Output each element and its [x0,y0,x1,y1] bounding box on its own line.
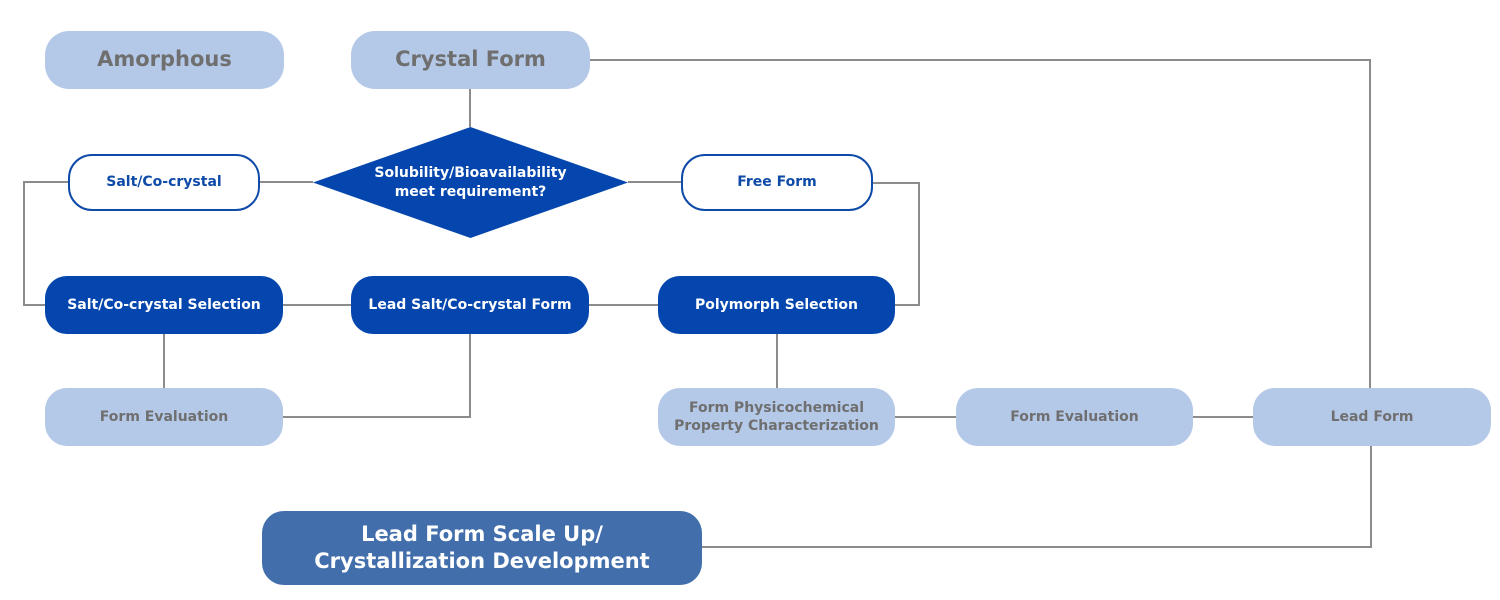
amorphous-node: Amorphous [45,31,284,89]
lead-form-label: Lead Form [1330,408,1414,425]
crystal-form-node: Crystal Form [351,31,590,89]
crystal-form-label: Crystal Form [395,47,546,72]
polymorph-selection-node: Polymorph Selection [658,276,895,334]
scale-up-line-1: Lead Form Scale Up/ [361,521,603,546]
connector-leadform-to-scaleup [702,446,1372,548]
free-form-label: Free Form [737,174,817,191]
physicochemical-line-1: Form Physicochemical [688,399,865,416]
physicochemical-line-2: Property Characterization [674,418,879,434]
connector-crystal-to-leadform [590,59,1371,388]
scale-up-node: Lead Form Scale Up/ Crystallization Deve… [262,511,702,585]
physicochemical-node: Form Physicochemical Property Characteri… [658,388,895,446]
scale-up-line-2: Crystallization Development [314,549,650,573]
decision-line-2: meet requirement? [394,183,547,200]
salt-cocrystal-selection-node: Salt/Co-crystal Selection [45,276,283,334]
decision-label: Solubility/Bioavailability meet requirem… [313,127,628,238]
amorphous-label: Amorphous [97,47,232,72]
connector-evaluation-to-leadsalt [283,334,471,418]
decision-line-1: Solubility/Bioavailability [374,164,567,181]
lead-salt-cocrystal-form-label: Lead Salt/Co-crystal Form [368,296,572,313]
salt-cocrystal-selection-label: Salt/Co-crystal Selection [67,296,261,313]
lead-form-node: Lead Form [1253,388,1491,446]
free-form-node: Free Form [681,154,873,211]
form-evaluation-left-label: Form Evaluation [99,408,229,425]
lead-salt-cocrystal-form-node: Lead Salt/Co-crystal Form [351,276,589,334]
form-evaluation-left-node: Form Evaluation [45,388,283,446]
polymorph-selection-label: Polymorph Selection [694,296,859,313]
salt-cocrystal-label: Salt/Co-crystal [106,174,222,191]
salt-cocrystal-node: Salt/Co-crystal [68,154,260,211]
form-evaluation-right-label: Form Evaluation [1010,408,1139,425]
form-evaluation-right-node: Form Evaluation [956,388,1193,446]
